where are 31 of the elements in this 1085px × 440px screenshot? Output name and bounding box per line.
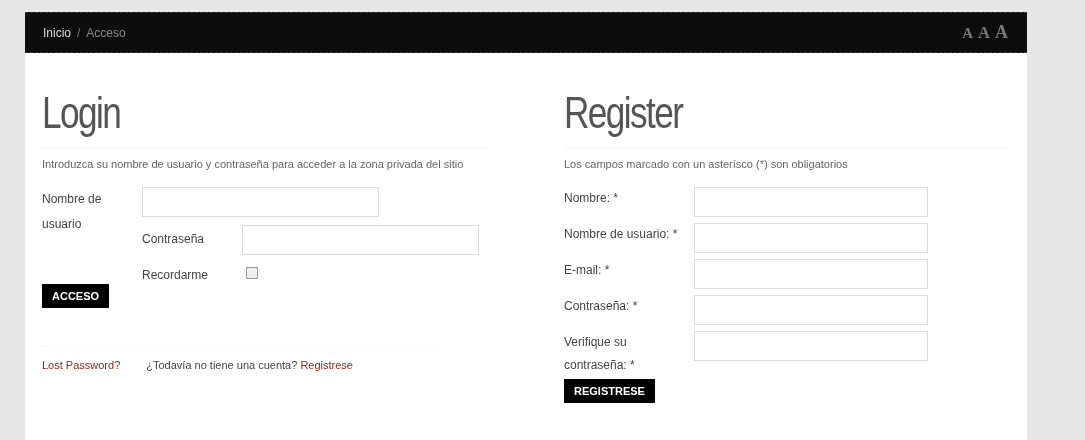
no-account-text: ¿Todavía no tiene una cuenta? Registrese <box>146 358 353 373</box>
field-label: Nombre de usuario: * <box>564 225 679 243</box>
register-button[interactable]: REGISTRESE <box>564 378 655 403</box>
checkbox[interactable] <box>246 266 258 279</box>
field-label: Nombre: * <box>564 189 620 207</box>
input-field[interactable] <box>694 186 928 217</box>
field-label: Verifique su contraseña: * <box>564 333 636 374</box>
font-size-control[interactable]: A <box>995 19 1009 46</box>
breadcrumb-link[interactable]: Inicio <box>43 23 71 42</box>
field-label: Contraseña: * <box>564 297 639 315</box>
field-label: Contraseña <box>142 230 206 248</box>
register-link[interactable]: Registrese <box>300 359 353 371</box>
input-field[interactable] <box>142 186 379 217</box>
field-label: Recordarme <box>142 266 210 284</box>
input-field[interactable] <box>694 294 928 325</box>
field-label: E-mail: * <box>564 261 611 279</box>
input-field[interactable] <box>694 330 928 361</box>
login-button[interactable]: ACCESO <box>42 283 110 308</box>
breadcrumb-current: Acceso <box>86 24 126 42</box>
intro-text: Los campos marcado con un asterísco (*) son obligatorios <box>564 157 849 172</box>
font-size-control[interactable]: A <box>978 21 991 46</box>
breadcrumb-separator: / <box>77 24 81 42</box>
input-field[interactable] <box>242 224 479 255</box>
field-label: Nombre de usuario <box>42 190 103 233</box>
input-field[interactable] <box>694 222 928 253</box>
intro-text: Introduzca su nombre de usuario y contraseña para acceder a la zona privada del sitio <box>42 157 465 172</box>
page-title: Login <box>42 87 122 139</box>
input-field[interactable] <box>694 258 928 289</box>
lost-password-link[interactable]: Lost Password? <box>42 357 121 374</box>
page-title: Register <box>564 87 684 139</box>
font-size-control[interactable]: A <box>962 22 975 45</box>
